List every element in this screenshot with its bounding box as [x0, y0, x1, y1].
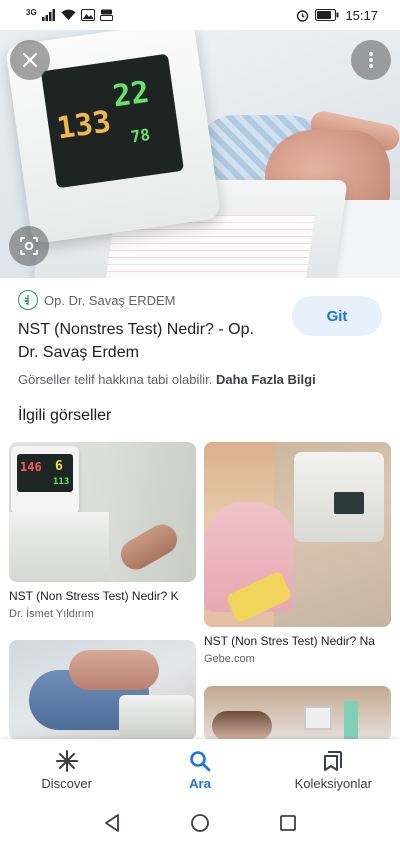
- collections-icon: [324, 750, 343, 771]
- related-image-card[interactable]: [9, 640, 196, 740]
- status-left: 3G: [26, 8, 113, 23]
- visit-button[interactable]: Git: [292, 296, 382, 336]
- asterisk-icon: [55, 749, 78, 772]
- copyright-notice: Görseller telif hakkına tabi olabilir. D…: [18, 372, 316, 387]
- home-circle-icon: [191, 813, 209, 832]
- recents-square-icon: [280, 814, 296, 831]
- site-favicon: [18, 290, 38, 310]
- status-bar: 3G 15:17: [0, 0, 400, 30]
- lens-icon: [20, 237, 38, 255]
- home-button[interactable]: [187, 810, 213, 836]
- thumb-monitor: [119, 695, 194, 740]
- related-image-source: Gebe.com: [204, 653, 255, 665]
- thumb-monitor-value-3: 113: [53, 477, 70, 487]
- thumb-monitor-screen: [334, 492, 364, 514]
- source-row[interactable]: Op. Dr. Savaş ERDEM: [18, 290, 175, 310]
- thumb-monitor: [294, 452, 384, 542]
- back-button[interactable]: [99, 810, 125, 836]
- related-image-thumbnail: [204, 686, 391, 741]
- back-triangle-icon: [105, 813, 119, 832]
- notification-image-icon: [80, 9, 95, 21]
- result-title[interactable]: NST (Nonstres Test) Nedir? - Op. Dr. Sav…: [18, 318, 278, 364]
- monitor-screen: 133 22 78: [40, 53, 185, 189]
- more-vert-icon: [369, 52, 373, 68]
- clock: 15:17: [345, 7, 378, 23]
- notification-app-icon: [99, 9, 113, 21]
- related-image-thumbnail: [204, 442, 391, 627]
- related-image-thumbnail: [9, 640, 196, 740]
- nav-collections[interactable]: Koleksiyonlar: [273, 750, 393, 791]
- more-info-link[interactable]: Daha Fazla Bilgi: [216, 372, 316, 387]
- monitor-value-secondary: 78: [129, 124, 152, 147]
- system-navigation: [0, 801, 400, 844]
- thumb-monitor-value-1: 146: [20, 460, 42, 474]
- related-image-card[interactable]: 146 6 113 NST (Non Stress Test) Nedir? K…: [9, 442, 196, 620]
- signal-icon: [41, 9, 55, 21]
- source-name: Op. Dr. Savaş ERDEM: [44, 292, 176, 308]
- related-image-card[interactable]: [204, 686, 391, 741]
- related-image-title: NST (Non Stres Test) Nedir? Na: [204, 634, 375, 648]
- recents-button[interactable]: [275, 810, 301, 836]
- thumb-machine: [9, 512, 109, 582]
- lens-button[interactable]: [9, 226, 49, 266]
- wifi-icon: [61, 9, 76, 20]
- search-icon: [190, 750, 211, 771]
- nav-collections-label: Koleksiyonlar: [294, 775, 372, 791]
- monitor-value-toco: 22: [110, 74, 152, 115]
- close-button[interactable]: [10, 40, 50, 80]
- bottom-navigation: Discover Ara Koleksiyonlar: [0, 739, 400, 801]
- nav-search[interactable]: Ara: [140, 750, 260, 791]
- thumb-bottle: [344, 701, 358, 741]
- related-image-source: Dr. İsmet Yıldırım: [9, 608, 94, 620]
- nav-discover-label: Discover: [41, 775, 92, 791]
- status-right: 15:17: [296, 8, 378, 23]
- thumb-patient-skin: [69, 650, 159, 690]
- thumb-monitor-screen: 146 6 113: [17, 454, 73, 492]
- monitor-value-heart-rate: 133: [54, 104, 114, 147]
- related-image-card[interactable]: NST (Non Stres Test) Nedir? Na Gebe.com: [204, 442, 391, 665]
- thumb-hand: [115, 519, 183, 575]
- thumb-monitor: 146 6 113: [11, 446, 79, 514]
- copyright-text: Görseller telif hakkına tabi olabilir.: [18, 372, 213, 387]
- related-image-title: NST (Non Stress Test) Nedir? K: [9, 589, 179, 603]
- battery-icon: [315, 9, 339, 21]
- network-type-label: 3G: [26, 7, 37, 17]
- hero-image: 133 22 78: [0, 30, 400, 278]
- thumb-monitor: [304, 706, 332, 730]
- caduceus-icon: [24, 295, 29, 305]
- nav-discover[interactable]: Discover: [7, 749, 127, 791]
- thumb-monitor-value-2: 6: [55, 459, 63, 474]
- related-images-heading: İlgili görseller: [18, 407, 112, 424]
- thumb-patient: [212, 711, 272, 741]
- close-icon: [22, 52, 38, 68]
- nav-search-label: Ara: [189, 775, 211, 791]
- more-options-button[interactable]: [351, 40, 391, 80]
- alarm-icon: [297, 9, 309, 22]
- related-image-thumbnail: 146 6 113: [9, 442, 196, 582]
